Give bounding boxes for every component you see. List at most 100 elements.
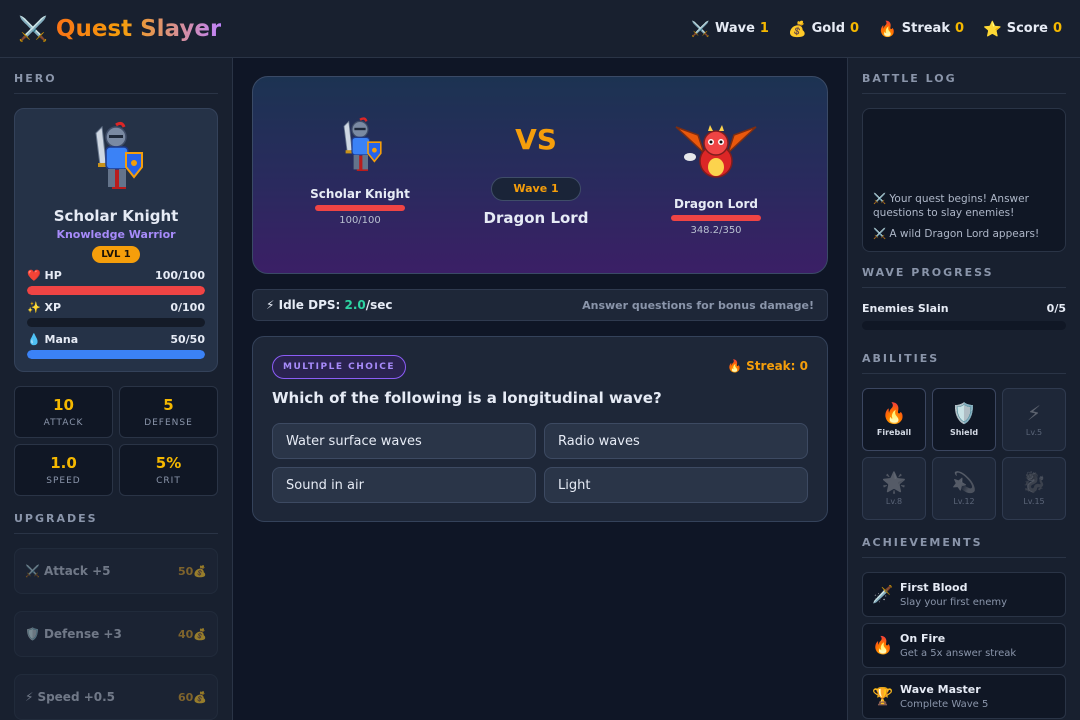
stat-value: 0 [1052, 21, 1062, 36]
level-badge: LVL 1 [92, 246, 140, 263]
stat-value: 1 [759, 21, 769, 36]
battle-log: ⚔️ Your quest begins! Answer questions t… [862, 108, 1066, 252]
hero-section-title: HERO [14, 72, 218, 94]
stat-wave: ⚔️ Wave 1 [691, 20, 769, 38]
hero-battle-name: Scholar Knight [310, 187, 410, 201]
hp-bar-row: ❤️ HP 100/100 [27, 269, 205, 295]
dagger-icon: 🗡️ [872, 584, 894, 605]
hero-hp-bar [315, 205, 405, 211]
vs-label: VS [515, 123, 557, 156]
battle-log-title: BATTLE LOG [862, 72, 1066, 94]
app-logo: ⚔️ Quest Slayer [18, 16, 221, 42]
lightning-icon: ⚡ [1026, 401, 1042, 425]
achievement-item: 🔥 On Fire Get a 5x answer streak [862, 623, 1066, 668]
right-sidebar: BATTLE LOG ⚔️ Your quest begins! Answer … [847, 58, 1080, 720]
sparkles-icon: ✨ [27, 301, 41, 314]
stat-label: Streak [901, 21, 950, 36]
question-card: MULTIPLE CHOICE 🔥 Streak: 0 Which of the… [252, 336, 828, 522]
hero-card: Scholar Knight Knowledge Warrior LVL 1 ❤… [14, 108, 218, 372]
xp-label: ✨ XP [27, 301, 62, 314]
question-type-badge: MULTIPLE CHOICE [272, 355, 406, 379]
app-title: Quest Slayer [55, 15, 222, 42]
idle-dps-bar: ⚡ Idle DPS: 2.0/sec Answer questions for… [252, 289, 828, 321]
fire-icon: 🔥 [878, 19, 897, 38]
trophy-icon: 🏆 [872, 686, 894, 707]
hp-value: 100/100 [155, 269, 205, 282]
enemy-title: Dragon Lord [483, 209, 589, 227]
stat-score: ⭐ Score 0 [983, 20, 1062, 38]
mana-value: 50/50 [170, 333, 205, 346]
upgrades-section-title: UPGRADES [14, 512, 218, 534]
ability-locked: 💫 Lv.12 [932, 457, 996, 520]
ability-locked: ⚡ Lv.5 [1002, 388, 1066, 451]
attack-stat: 10 ATTACK [14, 386, 113, 438]
wave-progress-title: WAVE PROGRESS [862, 266, 1066, 288]
upgrade-defense-button[interactable]: 🛡️ Defense +3 40💰 [14, 611, 218, 657]
enemy-hp-text: 348.2/350 [690, 225, 742, 236]
battle-arena: Scholar Knight 100/100 VS Wave 1 Dragon … [252, 76, 828, 274]
wave-progress-label: Enemies Slain [862, 302, 949, 315]
answer-option[interactable]: Light [544, 467, 808, 503]
upgrade-cost: 60💰 [177, 690, 207, 704]
idle-hint: Answer questions for bonus damage! [582, 298, 814, 312]
achievement-item: 🗡️ First Blood Slay your first enemy [862, 572, 1066, 617]
speed-stat: 1.0 SPEED [14, 444, 113, 496]
ability-grid: 🔥 Fireball 🛡️ Shield ⚡ Lv.5 🌟 Lv.8 💫 Lv.… [862, 388, 1066, 520]
mana-label: 💧 Mana [27, 333, 79, 346]
achievement-title: Wave Master [900, 683, 981, 696]
dragon-sprite-icon [675, 125, 757, 178]
achievement-title: First Blood [900, 581, 968, 594]
xp-value: 0/100 [170, 301, 205, 314]
money-bag-icon: 💰 [787, 19, 807, 38]
abilities-title: ABILITIES [862, 352, 1066, 374]
glowing-star-icon: 🌟 [881, 470, 907, 494]
stat-value: 0 [954, 21, 965, 36]
hp-bar [27, 286, 205, 295]
question-text: Which of the following is a longitudinal… [272, 389, 662, 407]
knight-avatar-icon [95, 121, 143, 189]
stat-gold: 💰 Gold 0 [788, 20, 859, 38]
enemy-name: Dragon Lord [674, 197, 758, 211]
ability-locked: 🐉 Lv.15 [1002, 457, 1066, 520]
lightning-icon: ⚡ [266, 298, 275, 312]
achievements-title: ACHIEVEMENTS [862, 536, 1066, 558]
lightning-icon: ⚡ [25, 690, 34, 704]
idle-dps-label: ⚡ Idle DPS: 2.0/sec [266, 298, 393, 312]
answer-option[interactable]: Radio waves [544, 423, 808, 459]
stat-label: Wave [714, 21, 755, 36]
ability-locked: 🌟 Lv.8 [862, 457, 926, 520]
upgrade-cost: 40💰 [177, 627, 207, 641]
question-streak: 🔥 Streak: 0 [727, 359, 808, 373]
hero-hp-text: 100/100 [339, 215, 381, 226]
droplet-icon: 💧 [27, 333, 41, 346]
hero-fighter: Scholar Knight 100/100 [290, 107, 430, 226]
header-stats: ⚔️ Wave 1 💰 Gold 0 🔥 Streak 0 ⭐ Score 0 [691, 20, 1062, 38]
shield-icon: 🛡️ [25, 627, 40, 641]
top-bar: ⚔️ Quest Slayer ⚔️ Wave 1 💰 Gold 0 🔥 Str… [0, 0, 1080, 58]
hero-name: Scholar Knight [53, 207, 179, 225]
wave-progress-value: 0/5 [1046, 302, 1066, 315]
log-entry: ⚔️ Your quest begins! Answer questions t… [873, 193, 1029, 219]
upgrade-label: Speed +0.5 [37, 690, 116, 704]
swords-icon: ⚔️ [25, 564, 40, 578]
hero-stat-grid: 10 ATTACK 5 DEFENSE 1.0 SPEED 5% CRIT [14, 386, 218, 496]
upgrade-attack-button[interactable]: ⚔️ Attack +5 50💰 [14, 548, 218, 594]
ability-fireball-button[interactable]: 🔥 Fireball [862, 388, 926, 451]
left-sidebar: HERO Scholar Knight Knowledge Warrior LV… [0, 58, 233, 720]
mana-bar-row: 💧 Mana 50/50 [27, 333, 205, 359]
xp-bar [27, 318, 205, 327]
ability-shield-button[interactable]: 🛡️ Shield [932, 388, 996, 451]
log-entry: ⚔️ A wild Dragon Lord appears! [873, 228, 1040, 240]
wave-badge: Wave 1 [491, 177, 581, 201]
answer-option[interactable]: Water surface waves [272, 423, 536, 459]
upgrade-speed-button[interactable]: ⚡ Speed +0.5 60💰 [14, 674, 218, 720]
answer-option[interactable]: Sound in air [272, 467, 536, 503]
stat-label: Score [1006, 21, 1048, 36]
wave-progress-row: Enemies Slain 0/5 [862, 302, 1066, 315]
dizzy-star-icon: 💫 [951, 470, 977, 494]
crossed-swords-icon: ⚔️ [18, 14, 48, 43]
fire-icon: 🔥 [872, 635, 894, 656]
upgrade-label: Attack +5 [43, 564, 111, 578]
hp-label: ❤️ HP [27, 269, 62, 282]
shield-icon: 🛡️ [951, 401, 977, 425]
